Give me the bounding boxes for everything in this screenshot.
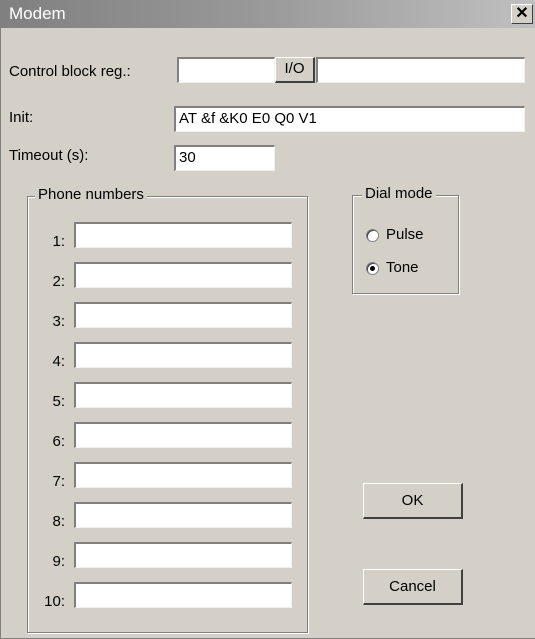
phone-number-input[interactable] (74, 422, 292, 448)
radio-selected-dot (370, 266, 375, 271)
close-icon: ✕ (515, 5, 529, 22)
io-button[interactable]: I/O (275, 57, 315, 83)
phone-number-label: 7: (52, 473, 65, 490)
phone-number-input[interactable] (74, 542, 292, 568)
phone-number-input[interactable] (74, 382, 292, 408)
init-label: Init: (9, 109, 34, 126)
phone-number-label: 2: (52, 273, 65, 290)
dial-mode-legend: Dial mode (362, 185, 436, 202)
phone-number-input[interactable] (74, 502, 292, 528)
modem-dialog: Modem ✕ Control block reg.: I/O Init: AT… (0, 0, 535, 639)
phone-number-label: 9: (52, 553, 65, 570)
phone-number-label: 1: (52, 233, 65, 250)
phone-number-input[interactable] (74, 342, 292, 368)
ok-button[interactable]: OK (363, 483, 463, 519)
phone-number-input[interactable] (74, 582, 292, 608)
control-block-label: Control block reg.: (9, 63, 131, 80)
phone-number-label: 6: (52, 433, 65, 450)
control-block-input[interactable] (177, 57, 275, 83)
control-block-io-input[interactable] (316, 57, 525, 83)
pulse-radio[interactable] (366, 229, 379, 242)
phone-number-label: 4: (52, 353, 65, 370)
phone-number-input[interactable] (74, 222, 292, 248)
init-input[interactable]: AT &f &K0 E0 Q0 V1 (174, 106, 525, 132)
phone-number-input[interactable] (74, 302, 292, 328)
cancel-button[interactable]: Cancel (363, 569, 463, 605)
phone-number-input[interactable] (74, 462, 292, 488)
tone-label: Tone (386, 259, 419, 276)
pulse-label: Pulse (386, 226, 424, 243)
tone-radio[interactable] (366, 262, 379, 275)
close-button[interactable]: ✕ (511, 4, 533, 24)
phone-number-label: 5: (52, 393, 65, 410)
phone-number-label: 3: (52, 313, 65, 330)
phone-numbers-legend: Phone numbers (35, 186, 147, 203)
timeout-label: Timeout (s): (9, 147, 89, 164)
window-title: Modem (9, 4, 66, 23)
phone-number-label: 10: (44, 593, 65, 610)
dial-mode-group (352, 195, 459, 294)
timeout-input[interactable]: 30 (174, 145, 275, 171)
title-bar[interactable]: Modem ✕ (1, 0, 535, 28)
phone-number-label: 8: (52, 513, 65, 530)
phone-number-input[interactable] (74, 262, 292, 288)
